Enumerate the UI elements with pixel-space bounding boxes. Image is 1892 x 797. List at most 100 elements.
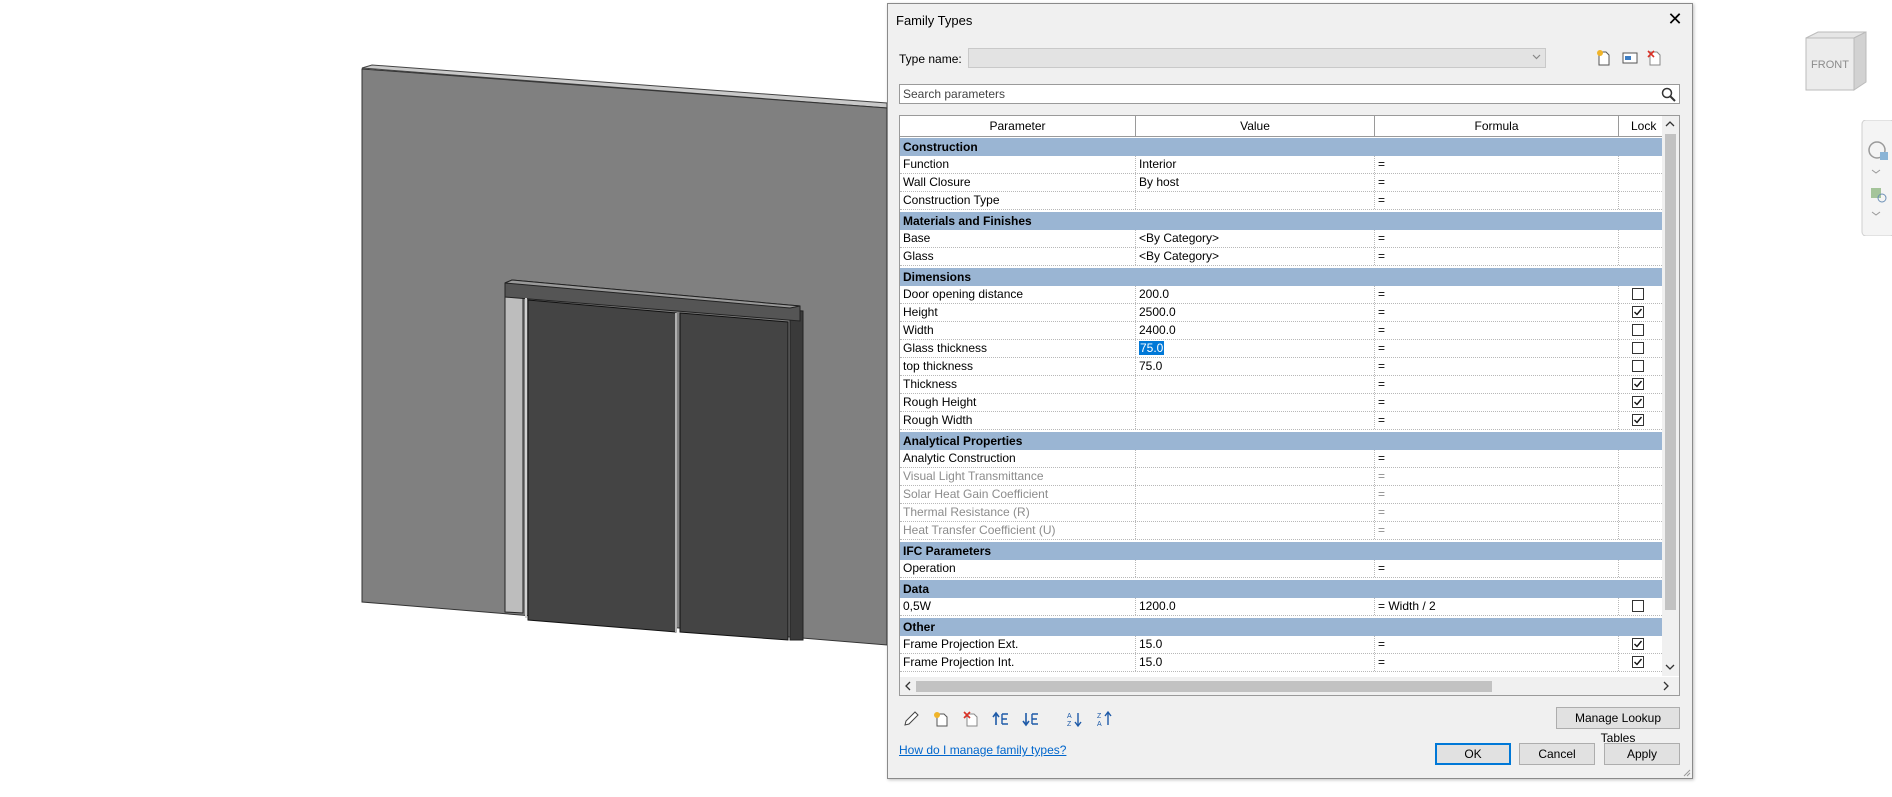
value-cell[interactable]: 1200.0	[1136, 598, 1375, 615]
formula-cell[interactable]: =	[1375, 358, 1619, 375]
table-row[interactable]: Function Interior =	[900, 156, 1662, 174]
navigation-bar[interactable]	[1860, 120, 1892, 236]
parameter-name-cell[interactable]: Rough Height	[900, 394, 1136, 411]
value-cell[interactable]: 15.0	[1136, 636, 1375, 653]
column-header-lock[interactable]: Lock	[1619, 116, 1662, 136]
value-cell[interactable]: Interior	[1136, 156, 1375, 173]
parameter-name-cell[interactable]: Glass	[900, 248, 1136, 265]
type-name-dropdown[interactable]	[968, 48, 1546, 68]
table-row[interactable]: Height 2500.0 =	[900, 304, 1662, 322]
table-row[interactable]: Thermal Resistance (R) =	[900, 504, 1662, 522]
lock-checkbox[interactable]	[1632, 306, 1644, 318]
cancel-button[interactable]: Cancel	[1519, 743, 1595, 765]
parameter-name-cell[interactable]: Frame Projection Int.	[900, 654, 1136, 671]
parameter-name-cell[interactable]: Function	[900, 156, 1136, 173]
sort-ascending-icon[interactable]: A Z	[1066, 710, 1084, 728]
formula-cell[interactable]: =	[1375, 376, 1619, 393]
table-row[interactable]: Analytic Construction =	[900, 450, 1662, 468]
value-cell[interactable]	[1136, 412, 1375, 429]
table-row[interactable]: Heat Transfer Coefficient (U) =	[900, 522, 1662, 540]
table-row[interactable]: Thickness =	[900, 376, 1662, 394]
parameter-name-cell[interactable]: Construction Type	[900, 192, 1136, 209]
apply-button[interactable]: Apply	[1604, 743, 1680, 765]
help-link[interactable]: How do I manage family types?	[899, 743, 1066, 757]
formula-cell[interactable]: =	[1375, 654, 1619, 671]
value-cell[interactable]	[1136, 504, 1375, 521]
parameter-name-cell[interactable]: Operation	[900, 560, 1136, 577]
table-row[interactable]: Width 2400.0 =	[900, 322, 1662, 340]
lock-checkbox[interactable]	[1632, 324, 1644, 336]
value-cell[interactable]: By host	[1136, 174, 1375, 191]
rename-type-icon[interactable]	[1621, 49, 1639, 67]
parameter-name-cell[interactable]: Height	[900, 304, 1136, 321]
edit-parameter-icon[interactable]	[902, 710, 920, 728]
formula-cell[interactable]: =	[1375, 248, 1619, 265]
formula-cell[interactable]: =	[1375, 286, 1619, 303]
value-cell[interactable]	[1136, 468, 1375, 485]
move-up-icon[interactable]	[992, 710, 1010, 728]
value-cell[interactable]	[1136, 450, 1375, 467]
lock-checkbox[interactable]	[1632, 396, 1644, 408]
lock-checkbox[interactable]	[1632, 360, 1644, 372]
value-cell[interactable]	[1136, 394, 1375, 411]
search-icon[interactable]	[1661, 87, 1676, 102]
table-row[interactable]: 0,5W 1200.0 = Width / 2	[900, 598, 1662, 616]
view-cube[interactable]: FRONT	[1800, 30, 1870, 96]
scroll-right-icon[interactable]	[1660, 680, 1672, 692]
parameter-name-cell[interactable]: Solar Heat Gain Coefficient	[900, 486, 1136, 503]
value-cell[interactable]	[1136, 486, 1375, 503]
formula-cell[interactable]: =	[1375, 486, 1619, 503]
parameter-name-cell[interactable]: Door opening distance	[900, 286, 1136, 303]
parameter-name-cell[interactable]: Glass thickness	[900, 340, 1136, 357]
formula-cell[interactable]: = Width / 2	[1375, 598, 1619, 615]
group-header[interactable]: Dimensions	[900, 268, 1662, 286]
parameter-name-cell[interactable]: Frame Projection Ext.	[900, 636, 1136, 653]
formula-cell[interactable]: =	[1375, 412, 1619, 429]
sort-descending-icon[interactable]: Z A	[1096, 710, 1114, 728]
new-type-icon[interactable]	[1595, 49, 1613, 67]
manage-lookup-tables-button[interactable]: Manage Lookup Tables	[1556, 707, 1680, 745]
scroll-up-icon[interactable]	[1664, 118, 1676, 130]
value-cell[interactable]	[1136, 560, 1375, 577]
group-header[interactable]: Materials and Finishes	[900, 212, 1662, 230]
table-row[interactable]: Door opening distance 200.0 =	[900, 286, 1662, 304]
new-parameter-icon[interactable]	[932, 710, 950, 728]
parameter-name-cell[interactable]: Base	[900, 230, 1136, 247]
lock-checkbox[interactable]	[1632, 638, 1644, 650]
value-cell[interactable]	[1136, 522, 1375, 539]
table-row[interactable]: Rough Width =	[900, 412, 1662, 430]
lock-checkbox[interactable]	[1632, 656, 1644, 668]
value-cell[interactable]: 75.0	[1136, 358, 1375, 375]
search-input[interactable]	[900, 85, 1643, 103]
table-row[interactable]: Frame Projection Ext. 15.0 =	[900, 636, 1662, 654]
parameter-name-cell[interactable]: Heat Transfer Coefficient (U)	[900, 522, 1136, 539]
formula-cell[interactable]: =	[1375, 304, 1619, 321]
table-row[interactable]: Wall Closure By host =	[900, 174, 1662, 192]
formula-cell[interactable]: =	[1375, 468, 1619, 485]
vertical-scrollbar[interactable]	[1662, 116, 1679, 676]
search-parameters-box[interactable]	[899, 84, 1680, 104]
formula-cell[interactable]: =	[1375, 174, 1619, 191]
formula-cell[interactable]: =	[1375, 394, 1619, 411]
group-header[interactable]: Data	[900, 580, 1662, 598]
value-cell[interactable]: 2400.0	[1136, 322, 1375, 339]
formula-cell[interactable]: =	[1375, 522, 1619, 539]
parameter-name-cell[interactable]: top thickness	[900, 358, 1136, 375]
formula-cell[interactable]: =	[1375, 192, 1619, 209]
group-header[interactable]: Other	[900, 618, 1662, 636]
horizontal-scroll-thumb[interactable]	[916, 681, 1492, 692]
formula-cell[interactable]: =	[1375, 636, 1619, 653]
table-row[interactable]: Rough Height =	[900, 394, 1662, 412]
selected-value-text[interactable]: 75.0	[1139, 341, 1165, 355]
table-row[interactable]: Base <By Category> =	[900, 230, 1662, 248]
column-header-parameter[interactable]: Parameter	[900, 116, 1136, 136]
table-row[interactable]: Glass <By Category> =	[900, 248, 1662, 266]
parameter-name-cell[interactable]: Width	[900, 322, 1136, 339]
value-cell[interactable]	[1136, 376, 1375, 393]
table-row[interactable]: Construction Type =	[900, 192, 1662, 210]
value-cell[interactable]: <By Category>	[1136, 248, 1375, 265]
value-cell[interactable]: 200.0	[1136, 286, 1375, 303]
column-header-value[interactable]: Value	[1136, 116, 1375, 136]
vertical-scroll-thumb[interactable]	[1665, 134, 1676, 610]
formula-cell[interactable]: =	[1375, 322, 1619, 339]
